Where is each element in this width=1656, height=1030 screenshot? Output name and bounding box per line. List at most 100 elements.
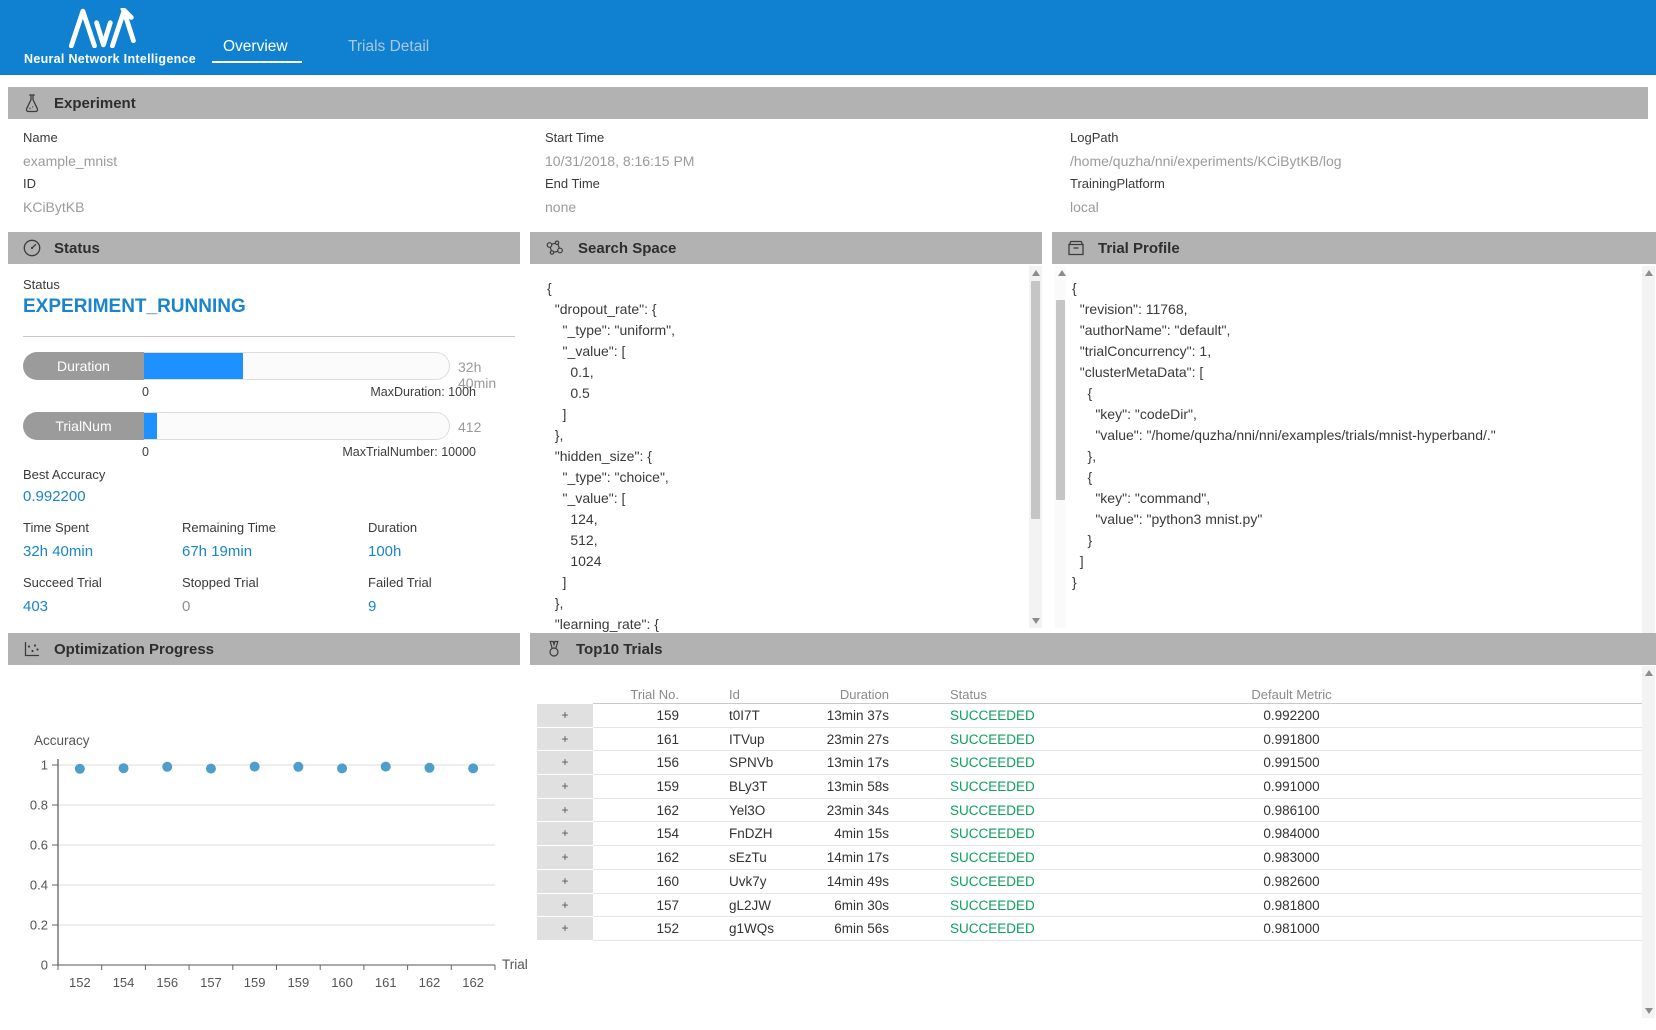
- optimization-section-title: Optimization Progress: [54, 641, 214, 658]
- scroll-down-arrow[interactable]: [1645, 1008, 1653, 1014]
- expand-row-button[interactable]: +: [537, 917, 593, 941]
- best-accuracy-value: 0.992200: [23, 488, 86, 505]
- trial-id-cell: SPNVb: [693, 751, 808, 775]
- scatter-point[interactable]: [337, 763, 347, 773]
- expand-row-button[interactable]: +: [537, 799, 593, 823]
- table-row: +159t0I7T13min 37sSUCCEEDED0.992200: [537, 704, 1642, 728]
- x-tick-label: 162: [419, 975, 441, 990]
- x-tick-label: 154: [113, 975, 135, 990]
- nni-logo-icon: [66, 8, 144, 48]
- expand-row-button[interactable]: +: [537, 894, 593, 918]
- scroll-down-arrow[interactable]: [1032, 618, 1040, 624]
- expand-row-button[interactable]: +: [537, 704, 593, 728]
- expand-row-button[interactable]: +: [537, 846, 593, 870]
- top10-column-header: Default Metric: [1093, 664, 1490, 704]
- filler-cell: [1490, 870, 1642, 894]
- top10-scrollbar[interactable]: [1642, 666, 1655, 1018]
- trial-no-cell: 152: [593, 917, 693, 941]
- table-row: +160Uvk7y14min 49sSUCCEEDED0.982600: [537, 870, 1642, 894]
- trial-profile-json[interactable]: { "revision": 11768, "authorName": "defa…: [1072, 278, 1612, 632]
- trial-profile-left-scrollbar[interactable]: [1055, 266, 1066, 628]
- scroll-up-arrow[interactable]: [1032, 270, 1040, 276]
- scatter-point[interactable]: [424, 763, 434, 773]
- experiment-field-value: example_mnist: [23, 153, 503, 176]
- scrollbar-thumb[interactable]: [1031, 281, 1040, 519]
- duration-bar-fill: [144, 353, 243, 379]
- optimization-section-header: Optimization Progress: [8, 633, 520, 665]
- expand-row-button[interactable]: +: [537, 728, 593, 752]
- search-space-scrollbar[interactable]: [1029, 266, 1042, 628]
- top10-column-header: Id: [693, 664, 808, 704]
- stat-label: Time Spent: [23, 520, 89, 535]
- experiment-field-label: Name: [23, 130, 503, 153]
- trial-no-cell: 162: [593, 799, 693, 823]
- y-tick-label: 0: [41, 958, 48, 973]
- filler-cell: [1490, 775, 1642, 799]
- trial-no-cell: 160: [593, 870, 693, 894]
- duration-bar-label: Duration: [23, 352, 144, 380]
- scroll-up-arrow[interactable]: [1058, 270, 1066, 276]
- trial-no-cell: 159: [593, 775, 693, 799]
- duration-bar-scale: 0 MaxDuration: 100h: [23, 385, 476, 400]
- scatter-point[interactable]: [250, 762, 260, 772]
- scroll-up-arrow[interactable]: [1645, 270, 1653, 276]
- scatter-point[interactable]: [162, 762, 172, 772]
- trial-no-cell: 161: [593, 728, 693, 752]
- tab-overview-underline: [212, 61, 302, 63]
- expand-row-button[interactable]: +: [537, 822, 593, 846]
- status-panel: Status EXPERIMENT_RUNNING Duration 32h 4…: [8, 264, 520, 633]
- table-row: +159BLy3T13min 58sSUCCEEDED0.991000: [537, 775, 1642, 799]
- trial-profile-scrollbar[interactable]: [1642, 266, 1655, 646]
- experiment-field-value: none: [545, 199, 1025, 222]
- top10-column-header: Duration: [808, 664, 893, 704]
- scatter-point[interactable]: [381, 762, 391, 772]
- trial-id-cell: sEzTu: [693, 846, 808, 870]
- duration-bar-track: [144, 352, 450, 380]
- app-header: Neural Network Intelligence Overview Tri…: [0, 0, 1656, 75]
- trialnum-bar-track: [144, 412, 450, 440]
- experiment-column: Start Time10/31/2018, 8:16:15 PMEnd Time…: [545, 130, 1025, 222]
- scatter-point[interactable]: [468, 763, 478, 773]
- trial-no-cell: 154: [593, 822, 693, 846]
- optimization-chart: 00.20.40.60.8115215415615715915916016116…: [0, 664, 530, 1009]
- scatter-point[interactable]: [119, 763, 129, 773]
- scatter-point[interactable]: [75, 764, 85, 774]
- scatter-point[interactable]: [293, 762, 303, 772]
- trialnum-bar-fill: [144, 413, 157, 439]
- archive-box-icon: [1066, 238, 1086, 258]
- stat-value: 9: [368, 598, 376, 615]
- duration-min-label: 0: [142, 385, 149, 399]
- stat-label: Duration: [368, 520, 417, 535]
- search-space-json[interactable]: { "dropout_rate": { "_type": "uniform", …: [547, 278, 1017, 632]
- trial-no-cell: 156: [593, 751, 693, 775]
- trialnum-bar-label: TrialNum: [23, 412, 144, 440]
- tab-overview[interactable]: Overview: [223, 38, 288, 56]
- top10-column-header: [537, 664, 593, 704]
- trial-id-cell: t0I7T: [693, 704, 808, 728]
- experiment-field-label: LogPath: [1070, 130, 1550, 153]
- expand-row-button[interactable]: +: [537, 751, 593, 775]
- trialnum-min-label: 0: [142, 445, 149, 459]
- default-metric-cell: 0.992200: [1093, 704, 1490, 728]
- duration-max-label: MaxDuration: 100h: [370, 385, 476, 399]
- experiment-field-label: Start Time: [545, 130, 1025, 153]
- divider: [23, 336, 515, 337]
- expand-row-button[interactable]: +: [537, 775, 593, 799]
- tab-trials-detail[interactable]: Trials Detail: [348, 38, 429, 56]
- default-metric-cell: 0.983000: [1093, 846, 1490, 870]
- expand-row-button[interactable]: +: [537, 870, 593, 894]
- stat-value: 67h 19min: [182, 543, 252, 560]
- x-tick-label: 159: [287, 975, 309, 990]
- scrollbar-thumb[interactable]: [1056, 300, 1065, 500]
- stat-label: Failed Trial: [368, 575, 432, 590]
- trialnum-bar-scale: 0 MaxTrialNumber: 10000: [23, 445, 476, 460]
- duration-cell: 6min 30s: [808, 894, 893, 918]
- experiment-column: LogPath/home/quzha/nni/experiments/KCiBy…: [1070, 130, 1550, 222]
- status-label: Status: [23, 277, 60, 292]
- y-axis-title: Accuracy: [34, 733, 90, 748]
- filler-cell: [1490, 846, 1642, 870]
- y-tick-label: 0.6: [30, 838, 48, 853]
- status-section-title: Status: [54, 240, 100, 257]
- scroll-up-arrow[interactable]: [1645, 670, 1653, 676]
- scatter-point[interactable]: [206, 764, 216, 774]
